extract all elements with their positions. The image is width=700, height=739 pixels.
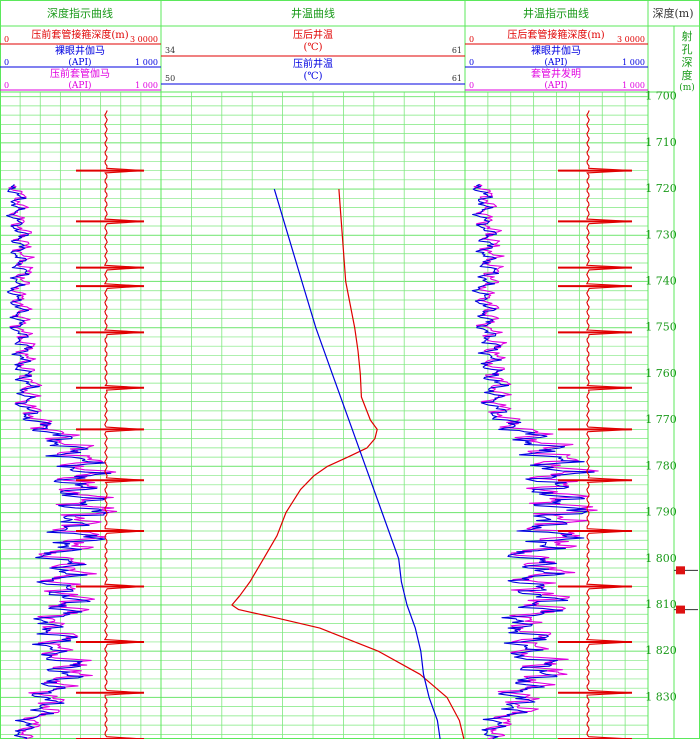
perforation-marker xyxy=(676,566,685,575)
perforation-title-char-3: 深 xyxy=(682,56,693,69)
left-curve2-max: 1 000 xyxy=(135,58,158,67)
depth-tick-label: 1 720 xyxy=(645,182,677,195)
right-curve2-max: 1 000 xyxy=(622,58,645,67)
right-curve1-max: 3 0000 xyxy=(617,35,645,44)
left-curve1-min: 0 xyxy=(4,35,9,44)
well-log-chart: 深度指示曲线 井温曲线 井温指示曲线 深度(m) 压前套管接箍深度(m) 0 3… xyxy=(0,0,700,739)
right-curve1-name: 压后套管接箍深度(m) xyxy=(507,28,604,41)
left-column-title: 深度指示曲线 xyxy=(47,6,113,20)
perforation-title-char-4: 度 xyxy=(682,68,693,82)
left-curve1-name: 压前套管接箍深度(m) xyxy=(31,28,128,41)
temp-curve1-min: 34 xyxy=(165,46,175,55)
depth-tick-label: 1 790 xyxy=(645,506,677,519)
depth-tick-label: 1 760 xyxy=(645,367,677,380)
temp-curve2-min: 50 xyxy=(165,74,175,83)
depth-tick-label: 1 820 xyxy=(645,644,677,657)
temp-curve1-name: 压后井温 xyxy=(293,28,333,41)
right-curve3-unit: (API) xyxy=(544,80,567,91)
left-curve3-name: 压前套管伽马 xyxy=(50,67,110,80)
left-curve3-min: 0 xyxy=(4,81,9,90)
right-column-title: 井温指示曲线 xyxy=(523,6,589,20)
temp-curve2-unit: (℃) xyxy=(304,71,323,82)
right-curve1-min: 0 xyxy=(469,35,474,44)
right-curve2-unit: (API) xyxy=(544,57,567,68)
depth-tick-label: 1 810 xyxy=(645,598,677,611)
depth-column-title: 深度(m) xyxy=(652,6,693,20)
right-curve3-name: 套管井发明 xyxy=(531,67,581,80)
right-curve2-min: 0 xyxy=(469,58,474,67)
right-curve3-min: 0 xyxy=(469,81,474,90)
depth-tick-label: 1 780 xyxy=(645,459,677,472)
temp-curve2-name: 压前井温 xyxy=(293,57,333,70)
left-curve2-name: 裸眼井伽马 xyxy=(55,44,105,57)
depth-tick-label: 1 730 xyxy=(645,228,677,241)
depth-tick-label: 1 710 xyxy=(645,136,677,149)
temp-curve1-max: 61 xyxy=(452,46,462,55)
depth-tick-label: 1 770 xyxy=(645,413,677,426)
temp-curve2-max: 61 xyxy=(452,74,462,83)
depth-tick-label: 1 750 xyxy=(645,321,677,334)
left-curve2-unit: (API) xyxy=(68,57,91,68)
left-curve1-max: 3 0000 xyxy=(130,35,158,44)
temperature-column-title: 井温曲线 xyxy=(291,6,335,20)
left-curve3-max: 1 000 xyxy=(135,81,158,90)
perforation-title-char-2: 孔 xyxy=(682,43,693,56)
right-curve3-max: 1 000 xyxy=(622,81,645,90)
depth-tick-label: 1 740 xyxy=(645,274,677,287)
perforation-marker xyxy=(676,605,685,614)
left-curve3-unit: (API) xyxy=(68,80,91,91)
perforation-title-char-1: 射 xyxy=(682,29,693,43)
left-curve2-min: 0 xyxy=(4,58,9,67)
right-curve2-name: 裸眼井伽马 xyxy=(531,44,581,57)
depth-tick-label: 1 700 xyxy=(645,90,677,103)
depth-tick-label: 1 800 xyxy=(645,552,677,565)
depth-tick-label: 1 830 xyxy=(645,690,677,703)
temp-curve1-unit: (℃) xyxy=(304,42,323,53)
perforation-title-char-5: (m) xyxy=(679,82,695,93)
